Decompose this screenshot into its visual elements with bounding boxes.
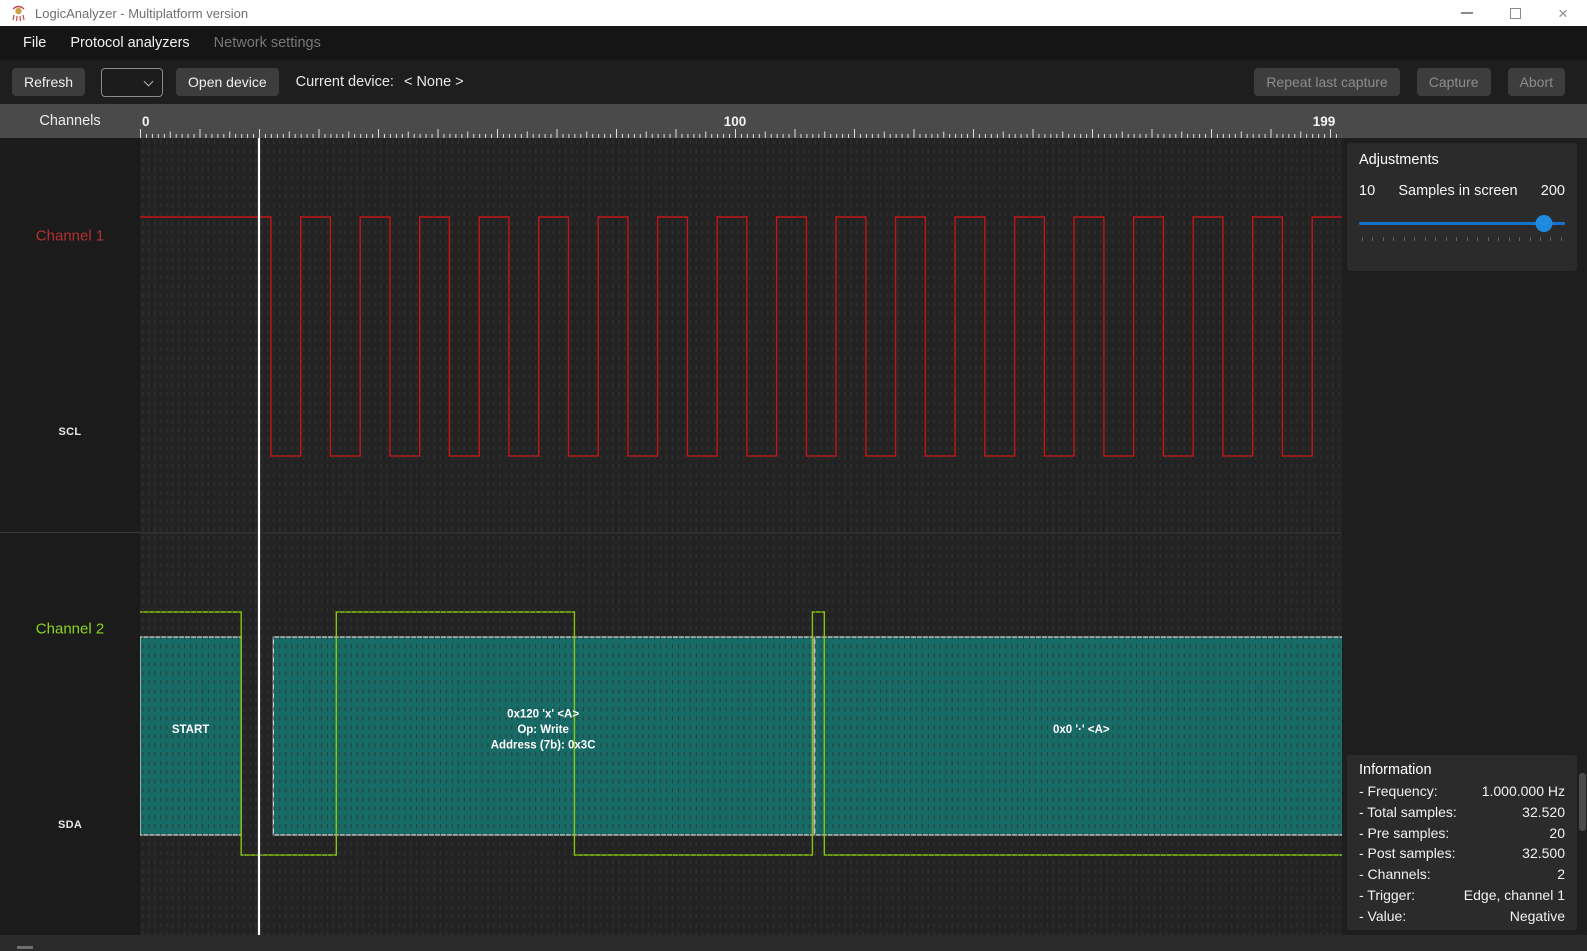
menu-file[interactable]: File [11,35,58,51]
svg-text:START: START [172,724,209,736]
menu-network-settings[interactable]: Network settings [202,35,333,51]
open-device-button[interactable]: Open device [176,68,279,96]
refresh-button[interactable]: Refresh [12,68,85,96]
menu-bar: File Protocol analyzers Network settings [0,26,1587,60]
info-trigger-value: Edge, channel 1 [1464,885,1565,906]
vertical-scrollbar-thumb[interactable] [1579,773,1586,831]
repeat-last-capture-button[interactable]: Repeat last capture [1254,68,1399,96]
minimize-button[interactable] [1443,0,1491,26]
samples-slider-thumb[interactable] [1536,215,1553,232]
info-value-label: - Value: [1359,906,1406,927]
information-title: Information [1359,762,1565,778]
info-channels-label: - Channels: [1359,864,1431,885]
horizontal-scrollbar[interactable] [0,935,1587,951]
horizontal-scrollbar-thumb[interactable] [17,946,33,949]
close-icon: × [1558,5,1568,22]
window-title: LogicAnalyzer - Multiplatform version [35,6,1443,21]
chevron-down-icon [144,76,154,86]
samples-slider-ticks [1359,237,1565,241]
current-device-label: Current device: [296,74,394,90]
main-area: Channel 1 SCL Channel 2 SDA START 0x120 '… [0,138,1587,935]
channel1-signal-label: SCL [0,426,140,438]
svg-text:Address (7b): 0x3C: Address (7b): 0x3C [491,740,596,752]
current-device-value: < None > [404,74,464,90]
samples-in-screen-label: Samples in screen [1375,183,1541,199]
svg-text:Op: Write: Op: Write [517,724,569,736]
toolbar: Refresh Open device Current device: < No… [0,60,1587,104]
ruler-right-filler [1342,104,1587,138]
info-frequency-value: 1.000.000 Hz [1482,781,1565,802]
svg-text:199: 199 [1313,114,1336,129]
info-post-samples-label: - Post samples: [1359,843,1455,864]
info-pre-samples-label: - Pre samples: [1359,823,1449,844]
info-trigger-label: - Trigger: [1359,885,1415,906]
maximize-button[interactable] [1491,0,1539,26]
ruler-row: Channels 0 100 199 [0,104,1587,138]
title-bar: LogicAnalyzer - Multiplatform version × [0,0,1587,26]
app-icon [10,5,27,22]
svg-text:0: 0 [142,114,150,129]
waveform-canvas[interactable]: START 0x120 'x' <A> Op: Write Address (7b):… [140,138,1342,935]
channel2-label: Channel 2 [0,621,140,638]
information-rows: - Frequency: 1.000.000 Hz - Total samples… [1359,781,1565,927]
channel-sidebar: Channel 1 SCL Channel 2 SDA [0,138,140,935]
adjustments-panel: Adjustments 10 Samples in screen 200 [1347,143,1577,271]
maximize-icon [1510,8,1521,19]
samples-max-label: 200 [1541,183,1565,199]
information-panel: Information - Frequency: 1.000.000 Hz - T… [1347,755,1577,930]
samples-slider-track[interactable] [1359,222,1565,225]
close-button[interactable]: × [1539,0,1587,26]
info-value-value: Negative [1510,906,1565,927]
svg-text:0x0 '·' <A>: 0x0 '·' <A> [1053,724,1110,736]
channel-row-divider [0,532,140,533]
device-dropdown[interactable] [101,68,163,97]
capture-button[interactable]: Capture [1417,68,1491,96]
waveform-viewport[interactable]: START 0x120 'x' <A> Op: Write Address (7b):… [140,138,1342,935]
info-pre-samples-value: 20 [1549,823,1565,844]
channels-header: Channels [0,104,140,138]
info-total-samples-label: - Total samples: [1359,802,1457,823]
info-channels-value: 2 [1557,864,1565,885]
menu-protocol-analyzers[interactable]: Protocol analyzers [58,35,201,51]
samples-slider[interactable] [1359,214,1565,232]
samples-min-label: 10 [1359,183,1375,199]
right-panel: Adjustments 10 Samples in screen 200 Inf… [1342,138,1587,935]
svg-text:100: 100 [724,114,747,129]
adjustments-title: Adjustments [1359,152,1565,168]
channel2-signal-label: SDA [0,819,140,831]
sample-ruler[interactable]: 0 100 199 [140,104,1342,138]
minimize-icon [1461,12,1473,14]
info-post-samples-value: 32.500 [1522,843,1565,864]
info-frequency-label: - Frequency: [1359,781,1438,802]
info-total-samples-value: 32.520 [1522,802,1565,823]
abort-button[interactable]: Abort [1508,68,1565,96]
channel1-label: Channel 1 [0,228,140,245]
svg-text:0x120 'x' <A>: 0x120 'x' <A> [507,709,579,721]
